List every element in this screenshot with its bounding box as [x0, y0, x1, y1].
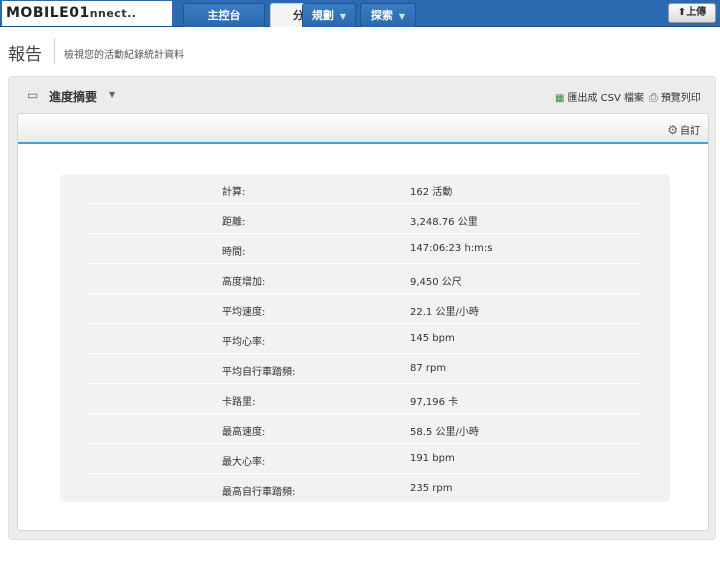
table-row: 平均速度: 22.1 公里/小時: [88, 294, 642, 324]
page-title: 報告: [8, 45, 42, 65]
stat-label: 最高速度:: [222, 427, 266, 438]
stat-label: 計算:: [222, 187, 246, 198]
table-row: 計算: 162 活動: [88, 174, 642, 204]
summary-stats-table: 計算: 162 活動 距離: 3,248.76 公里 時間: 147:06:23…: [60, 174, 670, 504]
report-content: ⚙ 自訂 計算: 162 活動 距離: 3,248.76 公里 時間: 147:0…: [17, 113, 709, 531]
stat-label: 最大心率:: [222, 457, 266, 468]
top-nav-bar: MOBILE01nnect.. 主控台 分析▼ 規劃▼ 探索▼ ⬆上傳: [0, 0, 720, 27]
stat-value: 162 活動: [410, 187, 453, 198]
stat-label: 平均自行車踏頻:: [222, 367, 296, 378]
chevron-down-icon: ▼: [339, 12, 347, 21]
table-row: 最大心率: 191 bpm: [88, 444, 642, 474]
table-row: 平均心率: 145 bpm: [88, 324, 642, 354]
upload-button[interactable]: ⬆上傳: [668, 3, 716, 23]
stat-value: 191 bpm: [410, 453, 455, 464]
stat-label: 平均速度:: [222, 307, 266, 318]
table-row: 距離: 3,248.76 公里: [88, 204, 642, 234]
logo-text: MOBILE01nnect..: [6, 5, 137, 21]
book-icon: ▭: [27, 88, 39, 102]
stat-value: 58.5 公里/小時: [410, 427, 479, 438]
stat-label: 高度增加:: [222, 277, 266, 288]
chevron-down-icon[interactable]: ▼: [109, 90, 115, 99]
printer-icon: ⎙: [649, 91, 658, 104]
stat-value: 87 rpm: [410, 363, 447, 374]
stat-label: 時間:: [222, 247, 246, 258]
gear-icon: ⚙: [667, 123, 678, 137]
tab-explore[interactable]: 探索 ▼: [360, 3, 416, 27]
table-row: 高度增加: 9,450 公尺: [88, 264, 642, 294]
table-row: 卡路里: 97,196 卡: [88, 384, 642, 414]
tab-plan[interactable]: 規劃 ▼: [302, 3, 356, 27]
stat-value: 235 rpm: [410, 483, 453, 494]
export-csv-link[interactable]: ▦ 匯出成 CSV 檔案: [555, 89, 644, 104]
chevron-down-icon: ▼: [398, 12, 406, 21]
title-divider: [54, 38, 55, 64]
tab-dashboard[interactable]: 主控台: [183, 3, 265, 27]
stat-value: 22.1 公里/小時: [410, 307, 479, 318]
print-preview-link[interactable]: ⎙ 預覽列印: [649, 89, 701, 105]
report-panel: ▭ 進度摘要 ▼ ▦ 匯出成 CSV 檔案 ⎙ 預覽列印 ⚙ 自訂 計算: 162 活…: [8, 76, 716, 540]
stat-label: 平均心率:: [222, 337, 266, 348]
stat-label: 距離:: [222, 217, 246, 228]
table-row: 最高自行車踏頻: 235 rpm: [88, 474, 642, 504]
spreadsheet-icon: ▦: [555, 93, 565, 104]
stat-label: 最高自行車踏頻:: [222, 487, 296, 498]
app-logo[interactable]: MOBILE01nnect..: [2, 1, 172, 26]
report-type-selector[interactable]: 進度摘要: [49, 88, 97, 105]
stat-value: 9,450 公尺: [410, 277, 462, 288]
customize-button[interactable]: ⚙ 自訂: [667, 122, 700, 137]
table-row: 平均自行車踏頻: 87 rpm: [88, 354, 642, 384]
page-subtitle: 檢視您的活動紀錄統計資料: [64, 50, 184, 61]
upload-arrow-icon: ⬆: [677, 7, 687, 18]
stat-value: 97,196 卡: [410, 397, 459, 408]
stat-value: 145 bpm: [410, 333, 455, 344]
table-row: 最高速度: 58.5 公里/小時: [88, 414, 642, 444]
report-toolbar: ⚙ 自訂: [18, 114, 708, 144]
stat-value: 147:06:23 h:m:s: [410, 243, 493, 254]
table-row: 時間: 147:06:23 h:m:s: [88, 234, 642, 264]
stat-label: 卡路里:: [222, 397, 256, 408]
stat-value: 3,248.76 公里: [410, 217, 478, 228]
